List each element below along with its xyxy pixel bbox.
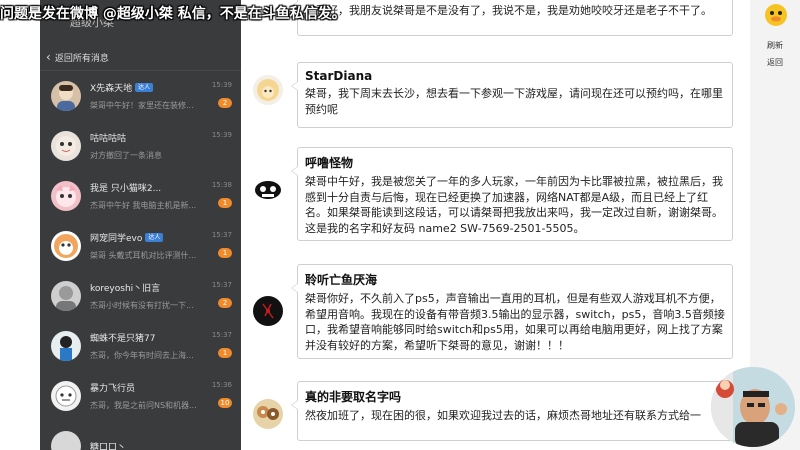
conversation-preview: 对方撤回了一条消息	[90, 151, 162, 160]
conversation-item[interactable]: 咕咕咕咕 对方撤回了一条消息 15:39	[40, 121, 241, 171]
conversation-name: 网宠同学evo	[90, 234, 143, 244]
sender-name: StarDiana	[305, 69, 373, 83]
conversation-item[interactable]: 蜘蛛不是只猪77 杰哥，你今年有时间去上海... 15:37 1	[40, 321, 241, 371]
message-bubble: 真的非要取名字吗 然夜加班了，现在困的很，如果欢迎我过去的话，麻烦杰哥地址还有联…	[291, 381, 733, 441]
conversation-item[interactable]: 糖口口丶	[40, 421, 241, 450]
avatar	[51, 431, 81, 450]
avatar	[51, 281, 81, 311]
message-body: 桀哥中午好，我是被您关了一年的多人玩家，一年前因为卡比罪被拉黑，被拉黑后，我感到…	[305, 175, 723, 235]
avatar	[51, 231, 81, 261]
refresh-button[interactable]: 刷新	[750, 40, 800, 51]
unread-badge: 1	[218, 198, 232, 208]
duck-icon	[763, 2, 789, 28]
conversation-item[interactable]: X先森天地 达人 桀哥中午好！家里还在装修... 15:39 2	[40, 71, 241, 121]
conversation-item[interactable]: 网宠同学evo 达人 桀哥 头戴式耳机对比评测什... 15:37 1	[40, 221, 241, 271]
unread-badge: 2	[218, 298, 232, 308]
sender-name: 呼噜怪物	[305, 156, 354, 170]
stream-banner: 问题是发在微博 @超级小桀 私信，不是在斗鱼私信发。	[0, 6, 346, 22]
avatar	[253, 296, 283, 326]
conversation-time: 15:39	[211, 81, 232, 89]
conversation-name: 暴力飞行员	[90, 384, 136, 394]
verified-badge: 达人	[145, 233, 164, 242]
back-to-all-messages[interactable]: ‹ 返回所有消息	[40, 44, 241, 71]
unread-badge: 2	[218, 98, 232, 108]
message-bubble: 呼噜怪物 桀哥中午好，我是被您关了一年的多人玩家，一年前因为卡比罪被拉黑，被拉黑…	[291, 147, 733, 241]
conversation-name: 咕咕咕咕	[90, 134, 127, 144]
avatar	[51, 81, 81, 111]
message-body: 然夜加班了，现在困的很，如果欢迎我过去的话，麻烦杰哥地址还有联系方式给一	[305, 409, 701, 422]
avatar	[51, 381, 81, 411]
conversation-preview: 杰哥，你今年有时间去上海...	[90, 351, 194, 360]
message-bubble: 聆听亡鱼厌海 桀哥你好，不久前入了ps5，声音输出一直用的耳机，但是有些双人游戏…	[291, 264, 733, 359]
conversation-name: 糖口口丶	[90, 442, 127, 450]
avatar	[51, 181, 81, 211]
unread-badge: 10	[218, 398, 232, 408]
message-body: 桀哥，我下周末去长沙，想去看一下参观一下游戏屋，请问现在还可以预约吗，在哪里预约…	[305, 87, 723, 116]
unread-badge: 1	[218, 348, 232, 358]
avatar	[51, 131, 81, 161]
conversation-item[interactable]: 暴力飞行员 杰哥，我是之前问NS和机器... 15:36 10	[40, 371, 241, 421]
back-button[interactable]: 返回	[750, 57, 800, 68]
conversation-preview: 桀哥 头戴式耳机对比评测什...	[90, 251, 197, 260]
message-bubble: StarDiana 桀哥，我下周末去长沙，想去看一下参观一下游戏屋，请问现在还可…	[291, 62, 733, 128]
avatar	[253, 75, 283, 105]
conversation-name: koreyoshi丶旧言	[90, 284, 161, 294]
conversation-preview: 杰哥小时候有没有打扰一下...	[90, 301, 194, 310]
webcam-overlay	[711, 367, 795, 447]
message-body: 桀哥你好，不久前入了ps5，声音输出一直用的耳机，但是有些双人游戏耳机不方便，希…	[305, 292, 725, 352]
back-label: 返回所有消息	[54, 53, 109, 64]
sender-name: 聆听亡鱼厌海	[305, 273, 378, 287]
avatar	[253, 399, 283, 429]
conversation-time: 15:37	[211, 331, 232, 339]
conversation-preview: 桀哥中午好！家里还在装修...	[90, 101, 194, 110]
conversation-time: 15:37	[211, 281, 232, 289]
chevron-left-icon: ‹	[46, 50, 51, 64]
conversation-sidebar: 超级小桀 ‹ 返回所有消息 X先森天地 达人 桀哥中午好！家里还在装修... 15…	[40, 0, 241, 450]
avatar	[51, 331, 81, 361]
conversation-preview: 杰哥中午好 我电脑主机是新...	[90, 201, 197, 210]
sender-name: 真的非要取名字吗	[305, 390, 402, 404]
conversation-time: 15:37	[211, 231, 232, 239]
unread-badge: 1	[218, 248, 232, 258]
avatar	[253, 175, 283, 205]
conversation-item[interactable]: koreyoshi丶旧言 杰哥小时候有没有打扰一下... 15:37 2	[40, 271, 241, 321]
conversation-name: 蜘蛛不是只猪77	[90, 334, 156, 344]
message-bubble: 桀哥好，我朋友说桀哥是不是没有了，我说不是，我是劝她咬咬牙还是老子不干了。	[291, 0, 733, 36]
message-thread: 桀哥好，我朋友说桀哥是不是没有了，我说不是，我是劝她咬咬牙还是老子不干了。 St…	[241, 0, 750, 450]
conversation-time: 15:38	[211, 181, 232, 189]
conversation-item[interactable]: 我是 只小猫咪2... 杰哥中午好 我电脑主机是新... 15:38 1	[40, 171, 241, 221]
conversation-name: X先森天地	[90, 84, 133, 94]
message-body: 桀哥好，我朋友说桀哥是不是没有了，我说不是，我是劝她咬咬牙还是老子不干了。	[305, 4, 712, 17]
conversation-name: 我是 只小猫咪2...	[90, 184, 162, 194]
conversation-preview: 杰哥，我是之前问NS和机器...	[90, 401, 197, 410]
conversation-time: 15:39	[211, 131, 232, 139]
verified-badge: 达人	[135, 83, 154, 92]
conversation-time: 15:36	[211, 381, 232, 389]
